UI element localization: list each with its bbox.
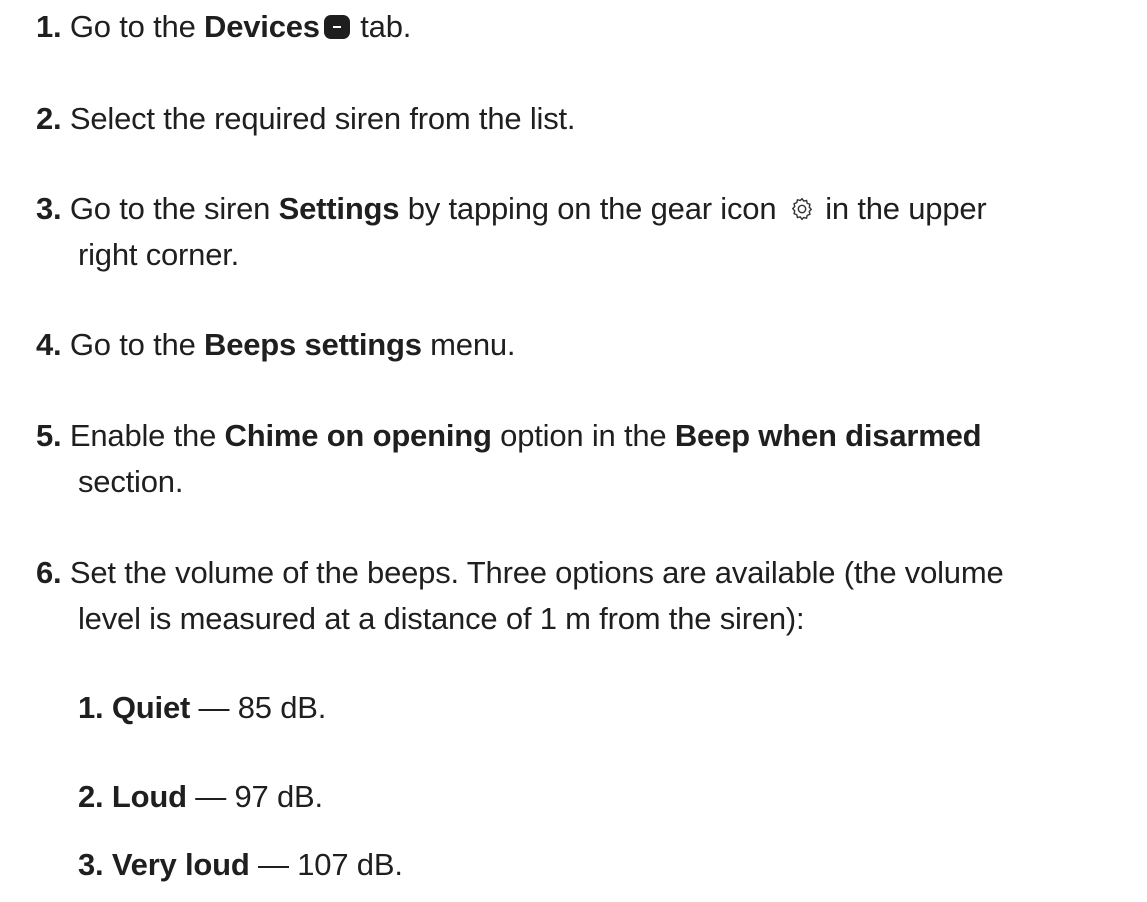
option-value: — 85 dB. — [190, 690, 327, 725]
step-continuation: section. — [78, 464, 184, 499]
step-number: 3. — [36, 191, 62, 226]
step-3: 3. Go to the siren Settings by tapping o… — [36, 186, 1139, 278]
volume-option-very-loud: 3. Very loud — 107 dB. — [78, 842, 403, 888]
step-text: Enable the — [69, 418, 225, 453]
option-name: Quiet — [111, 690, 191, 725]
step-number: 5. — [36, 418, 62, 453]
option-value: — 107 dB. — [249, 847, 403, 882]
step-continuation: level is measured at a distance of 1 m f… — [78, 601, 805, 636]
step-text: Set the volume of the beeps. Three optio… — [69, 555, 1004, 590]
option-number: 3. — [78, 847, 104, 882]
option-name: Very loud — [111, 847, 250, 882]
step-continuation: right corner. — [78, 237, 240, 272]
step-text: in the upper — [816, 191, 987, 226]
step-1: 1. Go to the Devices tab. — [36, 4, 1139, 50]
step-5: 5. Enable the Chime on opening option in… — [36, 413, 1139, 505]
step-number: 1. — [36, 9, 62, 44]
instructions-document: 1. Go to the Devices tab. 2. Select the … — [0, 0, 1147, 902]
devices-label: Devices — [204, 9, 320, 44]
step-6: 6. Set the volume of the beeps. Three op… — [36, 550, 1139, 642]
step-text: Go to the siren — [69, 191, 279, 226]
beep-when-disarmed-label: Beep when disarmed — [674, 418, 982, 453]
volume-option-loud: 2. Loud — 97 dB. — [78, 774, 323, 820]
gear-icon — [791, 197, 812, 221]
step-text: tab. — [351, 9, 412, 44]
step-number: 2. — [36, 101, 62, 136]
beeps-settings-label: Beeps settings — [204, 327, 422, 362]
step-number: 4. — [36, 327, 62, 362]
option-name: Loud — [111, 779, 187, 814]
step-text: Select the required siren from the list. — [69, 101, 576, 136]
chime-on-opening-label: Chime on opening — [224, 418, 492, 453]
step-text: by tapping on the gear icon — [399, 191, 785, 226]
volume-option-quiet: 1. Quiet — 85 dB. — [78, 685, 326, 731]
settings-label: Settings — [278, 191, 400, 226]
step-text: menu. — [421, 327, 516, 362]
devices-tab-icon — [323, 15, 350, 39]
step-2: 2. Select the required siren from the li… — [36, 96, 1139, 142]
step-4: 4. Go to the Beeps settings menu. — [36, 322, 1139, 368]
option-value: — 97 dB. — [186, 779, 323, 814]
option-number: 1. — [78, 690, 104, 725]
step-number: 6. — [36, 555, 62, 590]
step-text: Go to the — [69, 327, 205, 362]
step-text: option in the — [491, 418, 675, 453]
step-text: Go to the — [69, 9, 205, 44]
option-number: 2. — [78, 779, 104, 814]
